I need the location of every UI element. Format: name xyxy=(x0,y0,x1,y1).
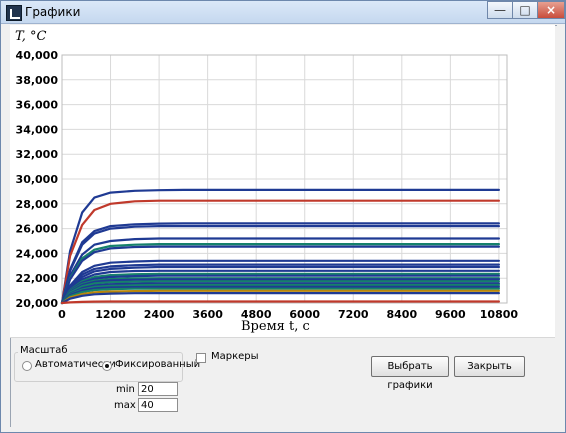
min-label: min xyxy=(116,384,135,395)
select-graphs-button[interactable]: Выбрать графики xyxy=(371,356,449,391)
y-tick-label: 36,000 xyxy=(16,99,59,112)
auto-scale-radio[interactable] xyxy=(22,361,32,371)
x-tick-label: 7200 xyxy=(338,308,369,321)
title-bar[interactable]: Графики — □ × xyxy=(1,1,565,24)
chart-panel: 40,000 38,000 36,000 34,000 32,000 30,000 28,0… xyxy=(10,25,555,338)
x-tick-label: 10800 xyxy=(480,308,519,321)
x-tick-label: 0 xyxy=(58,308,66,321)
max-label: max xyxy=(114,400,136,411)
y-tick-label: 22,000 xyxy=(16,272,59,285)
fixed-scale-radio[interactable] xyxy=(102,361,112,371)
y-tick-label: 30,000 xyxy=(16,173,59,186)
close-window-button[interactable]: × xyxy=(537,1,565,19)
temperature-chart: 40,000 38,000 36,000 34,000 32,000 30,000 28,0… xyxy=(16,49,519,321)
graphs-window: Графики — □ × 40,000 38,000 36,000 34,000 32… xyxy=(0,0,566,433)
y-tick-label: 26,000 xyxy=(16,223,59,236)
x-tick-label: 9600 xyxy=(435,308,466,321)
y-tick-label: 38,000 xyxy=(16,74,59,87)
x-axis-label: Время t, с xyxy=(241,319,310,334)
close-button[interactable]: Закрыть xyxy=(454,356,525,377)
markers-label: Маркеры xyxy=(211,351,259,362)
y-tick-label: 32,000 xyxy=(16,148,59,161)
min-field[interactable]: 20 xyxy=(138,382,178,396)
x-tick-label: 1200 xyxy=(95,308,126,321)
app-chart-icon xyxy=(6,5,22,21)
y-tick-label: 40,000 xyxy=(16,49,59,62)
maximize-button[interactable]: □ xyxy=(512,1,538,19)
x-tick-label: 8400 xyxy=(387,308,418,321)
y-tick-label: 34,000 xyxy=(16,123,59,136)
y-tick-label: 28,000 xyxy=(16,198,59,211)
max-field[interactable]: 40 xyxy=(138,398,178,412)
scale-group-label: Масштаб xyxy=(18,345,70,356)
x-tick-label: 2400 xyxy=(144,308,175,321)
y-tick-label: 24,000 xyxy=(16,247,59,260)
window-title: Графики xyxy=(25,5,81,19)
markers-checkbox[interactable] xyxy=(196,353,206,363)
x-tick-label: 3600 xyxy=(192,308,223,321)
fixed-scale-label: Фиксированный xyxy=(115,359,201,370)
y-axis-label: T, °C xyxy=(15,29,47,44)
minimize-button[interactable]: — xyxy=(487,1,513,19)
y-tick-label: 20,000 xyxy=(16,297,59,310)
